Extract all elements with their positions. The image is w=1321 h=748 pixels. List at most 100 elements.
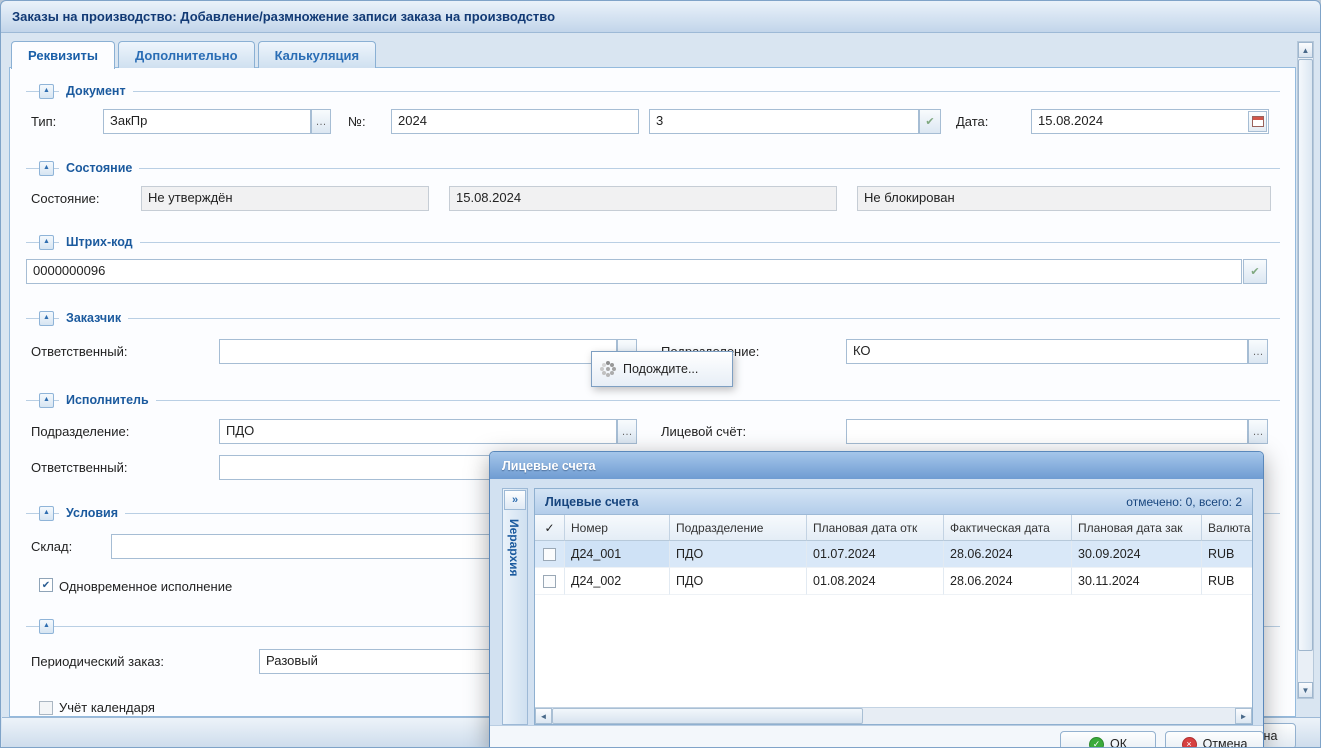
table-row[interactable]: Д24_001 ПДО 01.07.2024 28.06.2024 30.09.… [535,541,1253,568]
hierarchy-toggle-button[interactable]: » [504,490,526,510]
executor-group-title: Исполнитель [59,393,156,408]
accounts-table-body: Д24_001 ПДО 01.07.2024 28.06.2024 30.09.… [535,541,1253,595]
state-group-title: Состояние [59,161,139,176]
check-icon: ✔ [42,580,50,591]
barcode-collapse-button[interactable]: ▲ [39,235,54,250]
document-date-input[interactable]: 15.08.2024 [1031,109,1269,134]
executor-account-input[interactable] [846,419,1248,444]
accounts-panel: Лицевые счета отмечено: 0, всего: 2 ✓ Но… [534,488,1253,725]
tab-kalkulyaciya[interactable]: Калькуляция [258,41,377,68]
cell-plan-close: 30.11.2024 [1072,568,1202,595]
production-order-window: Заказы на производство: Добавление/размн… [0,0,1321,748]
table-row[interactable]: Д24_002 ПДО 01.08.2024 28.06.2024 30.11.… [535,568,1253,595]
scroll-up-button[interactable]: ▲ [1298,42,1313,58]
column-header-department[interactable]: Подразделение [670,515,807,541]
horizontal-scrollbar[interactable]: ◄ ► [535,707,1252,724]
state-status-field: Не утверждён [141,186,429,211]
customer-department-input[interactable]: КО [846,339,1248,364]
marked-counter: отмечено: 0, всего: 2 [1126,495,1242,509]
scroll-right-button[interactable]: ► [1235,708,1252,724]
wait-popup: Подождите... [591,351,733,387]
row-checkbox[interactable] [543,575,556,588]
periodic-collapse-button[interactable]: ▲ [39,619,54,634]
column-header-currency[interactable]: Валюта [1202,515,1253,541]
calendar-checkbox-label: Учёт календаря [59,700,155,715]
customer-responsible-input[interactable] [219,339,617,364]
collapse-up-icon: ▲ [43,509,50,516]
collapse-up-icon: ▲ [43,164,50,171]
state-group-line [26,168,1280,169]
accounts-dialog-title: Лицевые счета [502,459,596,473]
column-header-check[interactable]: ✓ [535,515,565,541]
ellipsis-icon: … [622,426,633,438]
hierarchy-label[interactable]: Иерархия [507,519,521,577]
barcode-group-line [26,242,1280,243]
column-header-plan-close[interactable]: Плановая дата зак [1072,515,1202,541]
column-header-plan-open[interactable]: Плановая дата отк [807,515,944,541]
scroll-down-button[interactable]: ▼ [1298,682,1313,698]
calendar-checkbox[interactable] [39,701,53,715]
document-type-input[interactable]: ЗакПр [103,109,311,134]
check-icon: ✔ [1250,265,1259,278]
simultaneous-checkbox[interactable]: ✔ [39,578,53,592]
scroll-up-icon: ▲ [1302,46,1310,55]
ellipsis-icon: … [316,116,327,128]
state-lock-field: Не блокирован [857,186,1271,211]
state-collapse-button[interactable]: ▲ [39,161,54,176]
collapse-up-icon: ▲ [43,622,50,629]
executor-account-browse-button[interactable]: … [1248,419,1268,444]
calendar-icon [1252,116,1264,127]
executor-department-browse-button[interactable]: … [617,419,637,444]
state-date-field: 15.08.2024 [449,186,837,211]
accounts-dialog-titlebar[interactable]: Лицевые счета [490,452,1263,479]
cell-department: ПДО [670,568,807,595]
scroll-down-icon: ▼ [1302,686,1310,695]
tab-dopolnitelno[interactable]: Дополнительно [118,41,255,68]
barcode-input[interactable]: 0000000096 [26,259,1242,284]
wait-popup-text: Подождите... [623,362,698,376]
collapse-up-icon: ▲ [43,87,50,94]
customer-department-browse-button[interactable]: … [1248,339,1268,364]
document-date-calendar-button[interactable] [1248,111,1267,132]
collapse-up-icon: ▲ [43,396,50,403]
ellipsis-icon: … [1253,426,1264,438]
cell-checkbox [535,568,565,595]
spinner-icon [606,367,610,371]
cell-currency: RUB [1202,541,1253,568]
cell-actual: 28.06.2024 [944,541,1072,568]
scroll-left-button[interactable]: ◄ [535,708,552,724]
vertical-scrollbar-thumb[interactable] [1298,59,1313,651]
barcode-group-title: Штрих-код [59,235,140,250]
cell-number: Д24_001 [565,541,670,568]
conditions-group-title: Условия [59,506,125,521]
document-number-apply-button[interactable]: ✔ [919,109,941,134]
tab-rekvizity[interactable]: Реквизиты [11,41,115,69]
cancel-button[interactable]: × Отмена [1165,731,1264,748]
tab-strip: Реквизиты Дополнительно Калькуляция [11,41,376,69]
column-header-number[interactable]: Номер [565,515,670,541]
cell-number: Д24_002 [565,568,670,595]
ok-button[interactable]: ✓ ОК [1060,731,1156,748]
conditions-collapse-button[interactable]: ▲ [39,506,54,521]
vertical-scrollbar[interactable]: ▲ ▼ [1297,41,1314,699]
ok-check-icon: ✓ [1089,737,1104,748]
executor-responsible-label: Ответственный: [31,460,127,475]
executor-department-input[interactable]: ПДО [219,419,617,444]
accounts-dialog-footer: ✓ ОК × Отмена [490,725,1263,748]
document-date-label: Дата: [956,114,988,129]
cell-checkbox [535,541,565,568]
document-number-input[interactable]: 3 [649,109,919,134]
row-checkbox[interactable] [543,548,556,561]
barcode-apply-button[interactable]: ✔ [1243,259,1267,284]
horizontal-scrollbar-thumb[interactable] [552,708,863,724]
column-header-actual[interactable]: Фактическая дата [944,515,1072,541]
accounts-panel-title: Лицевые счета [545,495,639,509]
executor-collapse-button[interactable]: ▲ [39,393,54,408]
simultaneous-checkbox-label: Одновременное исполнение [59,579,232,594]
customer-collapse-button[interactable]: ▲ [39,311,54,326]
periodic-order-label: Периодический заказ: [31,654,164,669]
document-type-browse-button[interactable]: … [311,109,331,134]
document-number-year-input[interactable]: 2024 [391,109,639,134]
cancel-x-icon: × [1182,737,1197,748]
document-collapse-button[interactable]: ▲ [39,84,54,99]
